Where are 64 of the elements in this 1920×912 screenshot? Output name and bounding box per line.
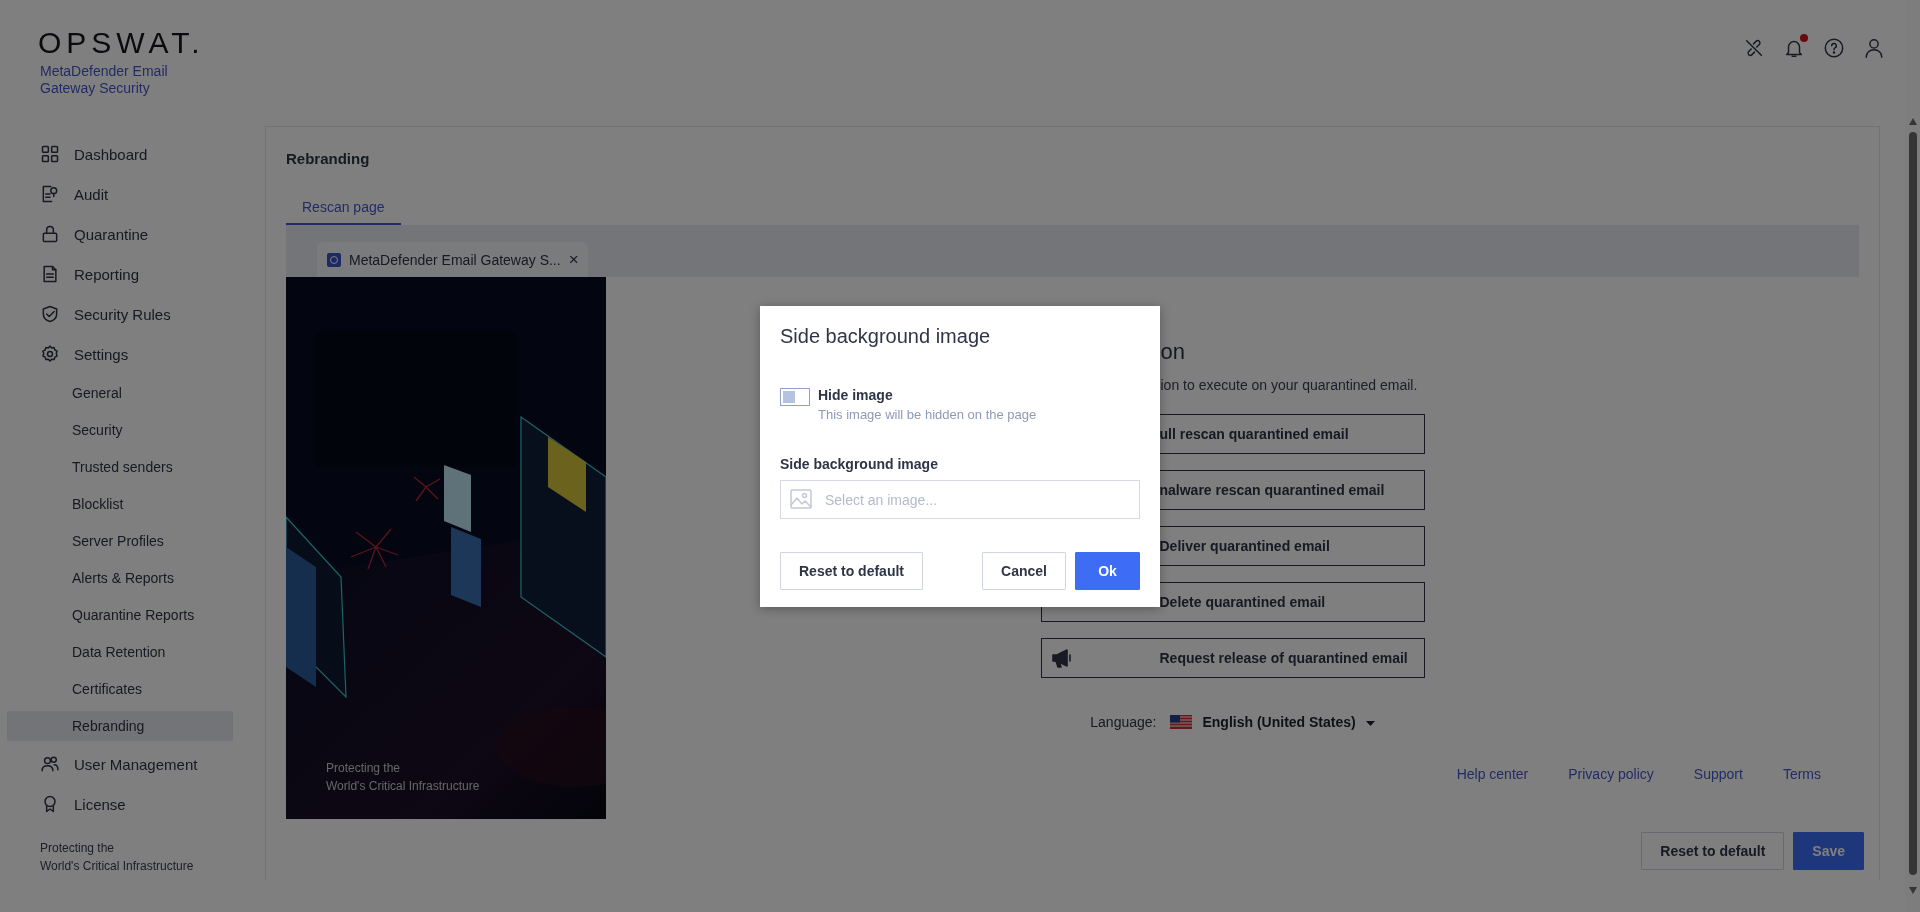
toggle-description: This image will be hidden on the page (818, 406, 1037, 424)
user-icon[interactable] (1863, 37, 1885, 59)
sidebar-item[interactable]: User Management (7, 744, 233, 784)
users-icon (40, 754, 60, 774)
secondary-button[interactable]: Reset to default (780, 552, 923, 590)
sidebar-subitem[interactable]: Server Profiles (7, 525, 233, 556)
settings-icon (40, 344, 60, 364)
caret-icon (1365, 721, 1375, 726)
sidebar-item[interactable]: Security Rules (7, 294, 233, 334)
sidebar-subitem[interactable]: Security (7, 414, 233, 445)
sidebar-subitem[interactable]: General (7, 377, 233, 408)
scroll-thumb[interactable] (1908, 132, 1917, 875)
field-label: Side background image (780, 456, 939, 472)
sidebar-item[interactable]: Audit (7, 174, 233, 214)
browser-tab[interactable]: MetaDefender Email Gateway S... × (317, 242, 588, 277)
toggle-label: Hide image (818, 386, 894, 404)
lock-icon (40, 224, 60, 244)
dialog-title: Side background image (780, 324, 992, 348)
footer-link[interactable]: Help center (1456, 764, 1529, 784)
sidebar-subitem[interactable]: Data Retention (7, 636, 233, 667)
section-description: ion to execute on your quarantined email. (1159, 376, 1419, 394)
browser-tab-title: MetaDefender Email Gateway S... (349, 251, 561, 268)
document-icon (40, 264, 60, 284)
sidebar-subitem[interactable]: Trusted senders (7, 451, 233, 482)
flag-icon (1170, 715, 1193, 729)
section-heading: on (1159, 339, 1186, 365)
image-icon (789, 487, 813, 511)
close-icon[interactable]: × (568, 251, 579, 268)
grid-icon (40, 144, 60, 164)
product-name: MetaDefender Email Gateway Security (40, 63, 169, 97)
footer-link[interactable]: Support (1693, 764, 1743, 784)
primary-button[interactable]: Ok (1075, 552, 1140, 590)
sidebar-subitem[interactable]: Quarantine Reports (7, 599, 233, 630)
secondary-button[interactable]: Cancel (982, 552, 1066, 590)
sidebar-item[interactable]: License (7, 784, 233, 824)
sidebar-subitem[interactable]: Blocklist (7, 488, 233, 519)
broken-link-icon[interactable] (1743, 37, 1765, 59)
language-label: Language: (1090, 713, 1157, 732)
scroll-up-icon[interactable] (1908, 118, 1917, 125)
page-title: Rebranding (286, 149, 370, 169)
action-button[interactable]: Request release of quarantined email (1040, 638, 1425, 678)
shield-check-icon (40, 304, 60, 324)
footer-link[interactable]: Terms (1782, 764, 1821, 784)
secondary-button[interactable]: Reset to default (1641, 832, 1785, 870)
primary-button[interactable]: Save (1793, 832, 1864, 870)
document-search-icon (40, 184, 60, 204)
megaphone-icon (1049, 646, 1074, 670)
language-select[interactable]: English (United States) (1170, 711, 1375, 733)
sidebar-item[interactable]: Dashboard (7, 134, 233, 174)
sidebar-item[interactable]: Settings (7, 334, 233, 374)
tagline: Protecting the World's Critical Infrastructure (40, 840, 194, 875)
sidebar-subitem[interactable]: Certificates (7, 673, 233, 704)
sidebar-item[interactable]: Reporting (7, 254, 233, 294)
sidebar-item[interactable]: Quarantine (7, 214, 233, 254)
image-field[interactable]: Select an image... (780, 480, 1140, 519)
sidebar-subitem[interactable]: Alerts & Reports (7, 562, 233, 593)
favicon-icon (327, 252, 341, 267)
toggle-switch[interactable] (780, 388, 810, 406)
image-caption: Protecting the World's Critical Infrastructure (326, 760, 480, 795)
footer-link[interactable]: Privacy policy (1568, 764, 1654, 784)
logo: OPSWAT. (38, 26, 205, 60)
help-icon[interactable] (1823, 37, 1845, 59)
scroll-down-icon[interactable] (1908, 887, 1917, 894)
sidebar-subitem[interactable]: Rebranding (7, 710, 233, 741)
